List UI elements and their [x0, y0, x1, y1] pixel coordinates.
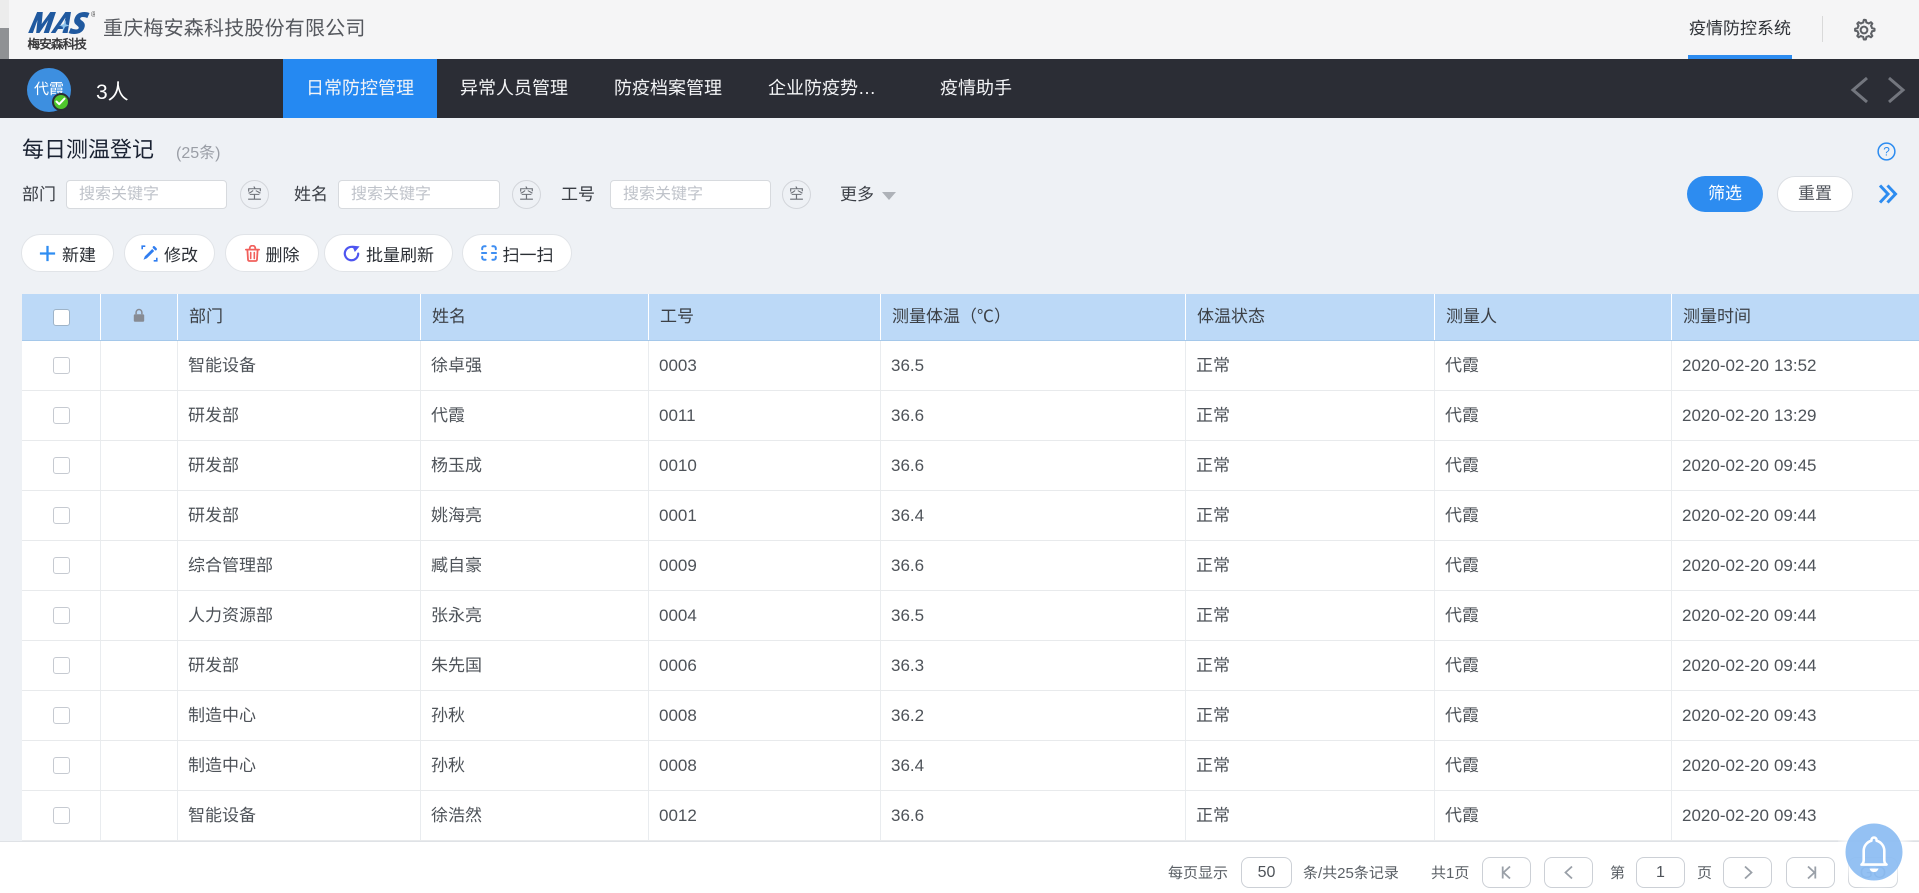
svg-text:®: ®	[91, 10, 95, 19]
svg-text:梅安森科技: 梅安森科技	[28, 34, 88, 53]
svg-text:?: ?	[1883, 145, 1890, 159]
